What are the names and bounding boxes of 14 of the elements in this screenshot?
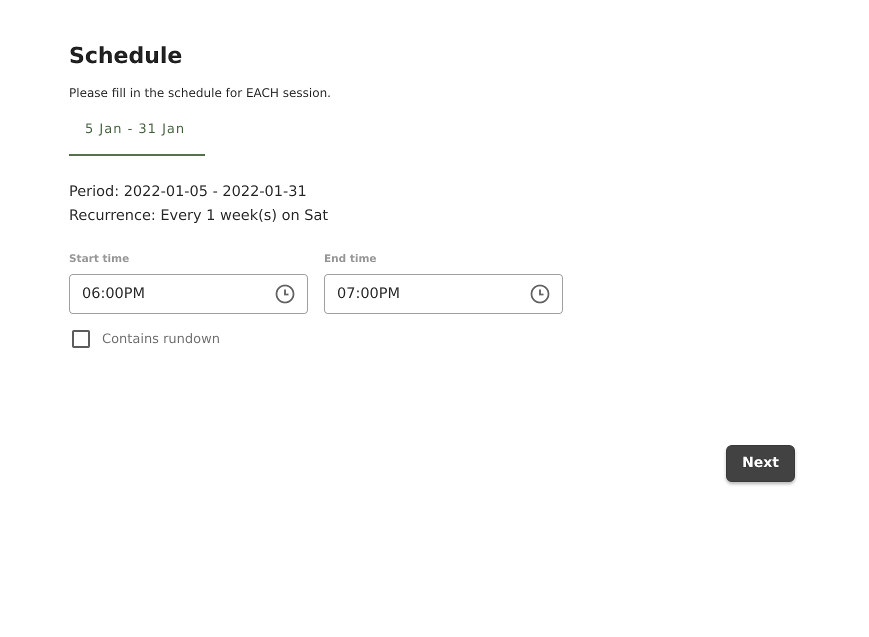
field-label: Start time bbox=[69, 252, 130, 267]
time-field[interactable]: 07:00PM bbox=[324, 274, 563, 314]
page-title: Schedule bbox=[69, 44, 184, 70]
checkbox[interactable] bbox=[72, 330, 90, 348]
clock-icon[interactable] bbox=[275, 284, 295, 304]
clock-icon[interactable] bbox=[530, 284, 550, 304]
instruction-text: Please fill in the schedule for EACH session. bbox=[69, 85, 332, 102]
checkbox-label[interactable]: Contains rundown bbox=[102, 330, 220, 350]
field-label: End time bbox=[324, 252, 378, 267]
time-field[interactable]: 06:00PM bbox=[69, 274, 308, 314]
next-button[interactable]: Next bbox=[726, 445, 795, 482]
period-text: Period: 2022-01-05 - 2022-01-31 bbox=[69, 182, 308, 202]
tab[interactable]: 5 Jan - 31 Jan bbox=[69, 120, 205, 156]
recurrence-text: Recurrence: Every 1 week(s) on Sat bbox=[69, 206, 330, 226]
